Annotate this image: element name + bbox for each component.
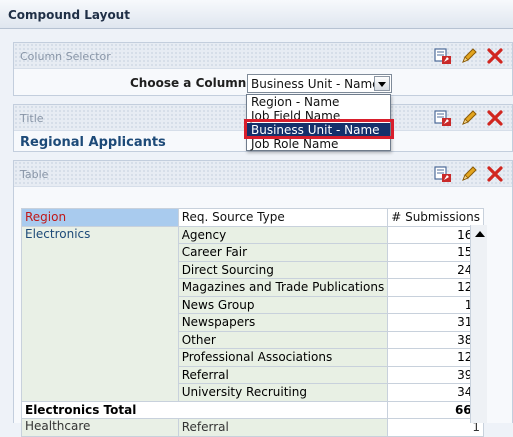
region-cell: Healthcare — [21, 418, 179, 437]
column-selector-section: Column Selector Choose a Column: Busines… — [13, 42, 513, 96]
dropdown-option[interactable]: Job Role Name — [247, 137, 390, 151]
source-cell: University Recruiting — [177, 383, 389, 402]
column-select[interactable]: Business Unit - Name — [247, 74, 392, 93]
source-cell: Other — [177, 330, 389, 349]
column-header-submissions[interactable]: # Submissions — [387, 208, 484, 227]
choose-column-label: Choose a Column: — [130, 76, 252, 90]
table-row: Electronics Agency 169 — [21, 225, 484, 402]
section-header-label: Column Selector — [20, 50, 111, 63]
source-cell: News Group — [177, 295, 389, 314]
source-cell: Direct Sourcing — [177, 260, 389, 279]
delete-icon[interactable] — [486, 165, 504, 183]
source-cell: Professional Associations — [177, 348, 389, 367]
dropdown-option[interactable]: Job Field Name — [247, 109, 390, 123]
edit-properties-icon[interactable] — [434, 109, 452, 127]
column-select-value: Business Unit - Name — [251, 77, 380, 91]
chevron-down-icon[interactable] — [374, 76, 390, 91]
section-header-label: Table — [20, 168, 49, 181]
source-cell: Referral — [177, 418, 389, 437]
vertical-scrollbar[interactable] — [470, 225, 487, 423]
scroll-up-arrow-icon[interactable] — [472, 227, 487, 241]
source-cell: Career Fair — [177, 243, 389, 262]
section-header: Column Selector — [14, 43, 512, 69]
section-header-label: Title — [20, 112, 44, 125]
section-toolbar — [434, 47, 504, 65]
table-section: Table Region Req. Source Type # Submissi… — [13, 160, 513, 437]
delete-icon[interactable] — [486, 109, 504, 127]
dropdown-option[interactable]: Region - Name — [247, 95, 390, 109]
pencil-icon[interactable] — [460, 109, 478, 127]
edit-properties-icon[interactable] — [434, 165, 452, 183]
window-titlebar: Compound Layout — [0, 0, 513, 29]
section-toolbar — [434, 109, 504, 127]
source-cell: Magazines and Trade Publications — [177, 278, 389, 297]
report-title: Regional Applicants — [20, 135, 166, 150]
total-label: Electronics Total — [20, 400, 389, 419]
column-header-region[interactable]: Region — [21, 208, 179, 227]
pencil-icon[interactable] — [460, 47, 478, 65]
column-dropdown-list: Region - Name Job Field Name Business Un… — [246, 94, 391, 151]
total-row: Electronics Total 661 — [20, 400, 484, 419]
pivot-table: Region Req. Source Type # Submissions El… — [20, 208, 484, 437]
window-title: Compound Layout — [8, 8, 130, 22]
section-toolbar — [434, 165, 504, 183]
pencil-icon[interactable] — [460, 165, 478, 183]
region-cell: Electronics — [21, 225, 179, 402]
source-cell: Referral — [177, 365, 389, 384]
column-header-source[interactable]: Req. Source Type — [177, 208, 389, 227]
delete-icon[interactable] — [486, 47, 504, 65]
table-row: Healthcare Referral 1 — [21, 418, 484, 437]
edit-properties-icon[interactable] — [434, 47, 452, 65]
dropdown-option-selected[interactable]: Business Unit - Name — [247, 123, 390, 137]
section-header: Table — [14, 161, 512, 187]
source-cell: Newspapers — [177, 313, 389, 332]
source-cell: Agency — [177, 225, 389, 244]
